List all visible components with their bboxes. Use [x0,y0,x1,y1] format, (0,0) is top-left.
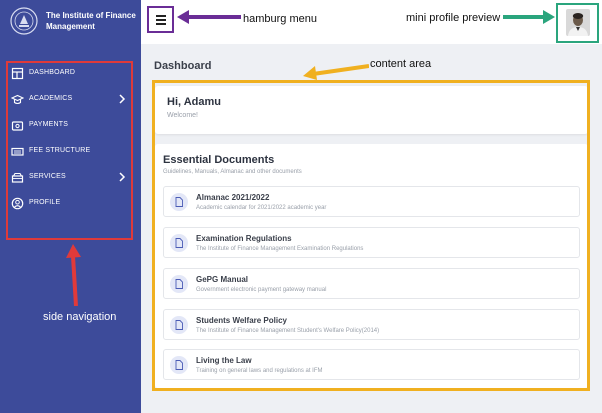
hamburg-arrow [177,10,241,24]
content-area-annotation-label: content area [370,58,432,70]
institute-name: The Institute of Finance Management [46,11,136,31]
profile-arrow [503,10,555,24]
hamburger-menu-button[interactable] [152,11,169,28]
side-navigation-annotation-label: side navigation [43,311,117,323]
content-arrow [303,64,369,80]
profile-annotation-label: mini profile preview [406,12,501,24]
avatar[interactable] [566,9,590,36]
institute-logo [10,7,38,35]
page-title: Dashboard [154,60,212,72]
profile-photo [566,9,590,36]
brand-header: The Institute of Finance Management [0,0,141,44]
hamburger-annotation-box [147,6,174,33]
side-navigation-annotation-box [6,61,133,240]
hamburg-menu-annotation-label: hamburg menu [243,13,317,25]
sidenav-arrow [66,244,81,306]
content-area-annotation-box [152,80,590,391]
